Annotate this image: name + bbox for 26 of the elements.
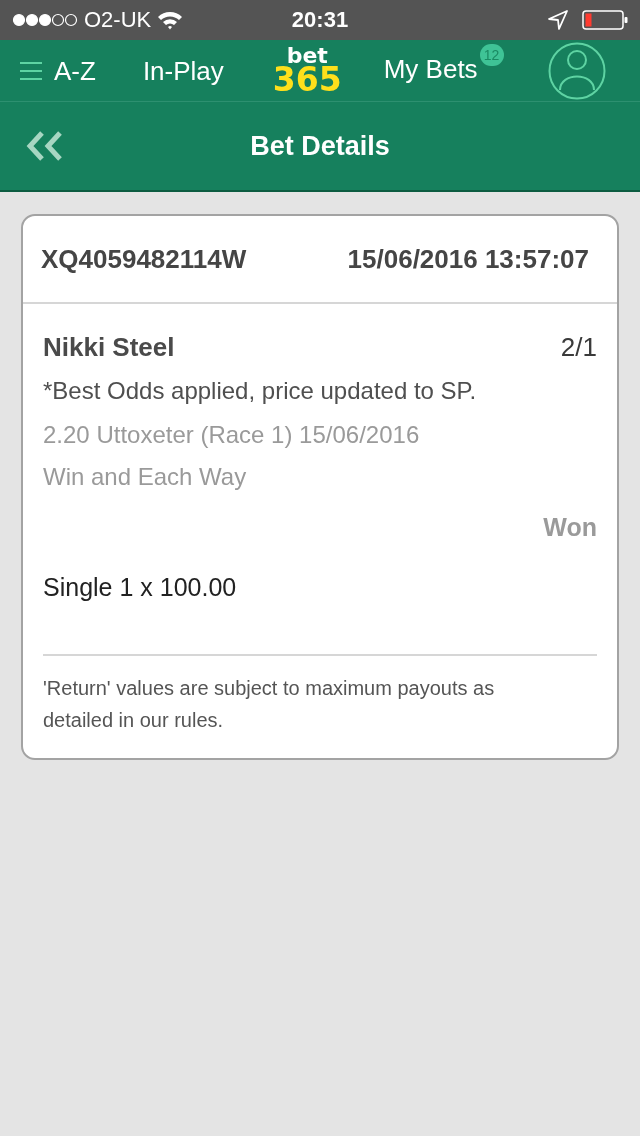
- market-type: Win and Each Way: [43, 462, 248, 492]
- a-z-menu-button[interactable]: A-Z: [20, 57, 96, 84]
- bet-count-badge: 12: [479, 44, 504, 66]
- bet-reference: XQ4059482114W: [41, 246, 247, 272]
- selection-odds: 2/1: [560, 334, 597, 360]
- menu-icon: [20, 61, 42, 80]
- bet-placed-date: 15/06/2016 13:57:07: [347, 246, 589, 272]
- brand-logo[interactable]: bet 365: [272, 46, 342, 95]
- stake-details: Single 1 x 100.00: [43, 572, 238, 602]
- best-odds-note: *Best Odds applied, price updated to SP.: [43, 376, 478, 406]
- carrier-name: O2-UK: [84, 9, 152, 31]
- page-title: Bet Details: [250, 132, 390, 160]
- logo-text-bottom: 365: [272, 64, 342, 95]
- selection-name: Nikki Steel: [43, 334, 175, 360]
- battery-icon: [582, 10, 628, 30]
- signal-strength-icon: [12, 13, 78, 27]
- bet-result: Won: [543, 512, 597, 542]
- wifi-icon: [157, 10, 184, 30]
- event-details: 2.20 Uttoxeter (Race 1) 15/06/2016: [43, 420, 421, 450]
- my-bets-link[interactable]: My Bets: [383, 56, 478, 82]
- user-avatar-icon[interactable]: [548, 41, 606, 100]
- returns-disclaimer: 'Return' values are subject to maximum payouts as detailed in our rules.: [43, 676, 496, 733]
- logo-text-top: bet: [286, 46, 328, 65]
- in-play-link[interactable]: In-Play: [142, 57, 224, 84]
- location-arrow-icon: [548, 10, 568, 30]
- clock-time: 20:31: [291, 9, 349, 31]
